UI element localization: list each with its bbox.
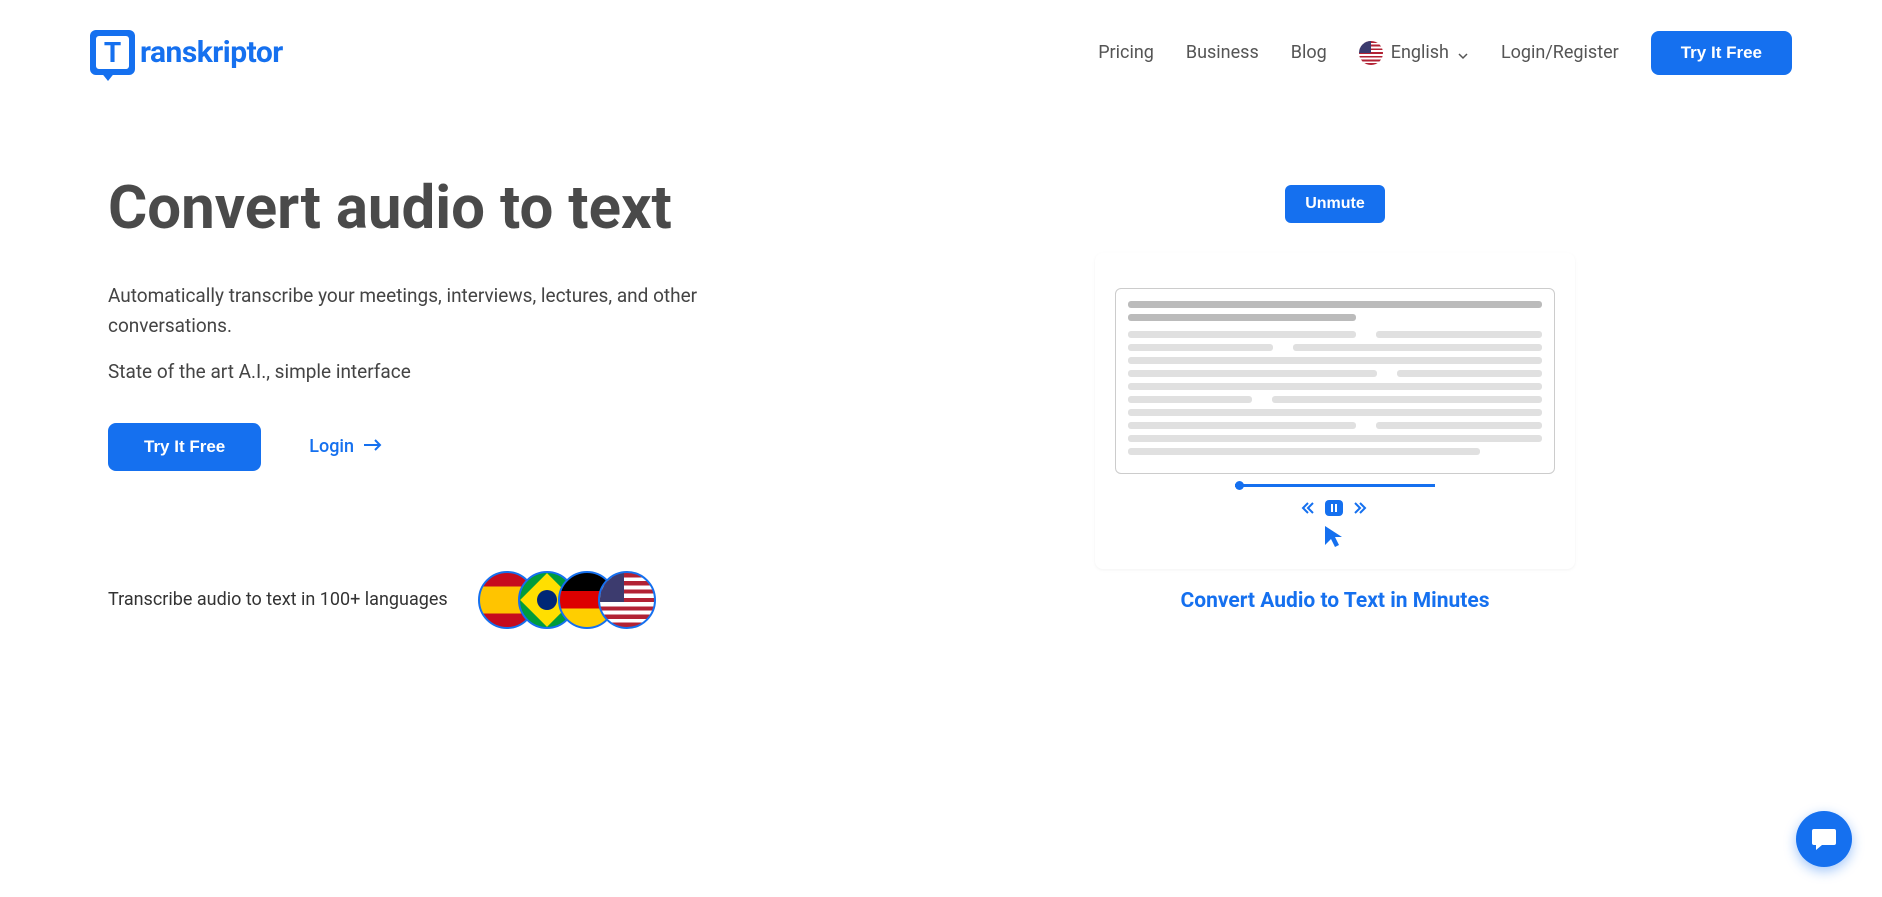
main-nav: Pricing Business Blog English Login/Regi…: [1098, 31, 1792, 75]
try-free-button-header[interactable]: Try It Free: [1651, 31, 1792, 75]
hero-title: Convert audio to text: [108, 175, 818, 241]
chevron-down-icon: [1457, 47, 1469, 59]
nav-blog[interactable]: Blog: [1291, 42, 1327, 63]
video-preview[interactable]: [1095, 253, 1575, 569]
hero-subtext: State of the art A.I., simple interface: [108, 360, 818, 383]
arrow-right-icon: [364, 436, 384, 457]
hero-description: Automatically transcribe your meetings, …: [108, 281, 818, 342]
login-label: Login: [309, 436, 354, 457]
logo[interactable]: ranskriptor: [90, 30, 283, 75]
try-free-button-hero[interactable]: Try It Free: [108, 423, 261, 471]
flag-group: [478, 571, 656, 629]
flag-usa-icon: [598, 571, 656, 629]
nav-pricing[interactable]: Pricing: [1098, 42, 1154, 63]
progress-bar: [1235, 484, 1435, 487]
logo-text: ranskriptor: [140, 35, 283, 70]
flag-us-icon: [1359, 41, 1383, 65]
nav-login-register[interactable]: Login/Register: [1501, 42, 1619, 63]
hero-left: Convert audio to text Automatically tran…: [108, 175, 818, 629]
language-label: English: [1391, 42, 1449, 63]
nav-business[interactable]: Business: [1186, 42, 1259, 63]
video-caption: Convert Audio to Text in Minutes: [1181, 589, 1490, 613]
cta-row: Try It Free Login: [108, 423, 818, 471]
logo-icon: [90, 30, 135, 75]
cursor-icon: [1115, 523, 1555, 549]
main-content: Convert audio to text Automatically tran…: [0, 95, 1882, 629]
header: ranskriptor Pricing Business Blog Englis…: [0, 0, 1882, 95]
document-preview-icon: [1115, 288, 1555, 474]
languages-text: Transcribe audio to text in 100+ languag…: [108, 589, 448, 610]
language-selector[interactable]: English: [1359, 41, 1469, 65]
login-link[interactable]: Login: [309, 436, 384, 457]
hero-right: Unmute: [878, 175, 1792, 629]
unmute-button[interactable]: Unmute: [1285, 185, 1385, 223]
player-controls-icon: [1115, 493, 1555, 523]
chat-widget-button[interactable]: [1796, 811, 1852, 867]
languages-row: Transcribe audio to text in 100+ languag…: [108, 571, 818, 629]
chat-icon: [1810, 825, 1838, 853]
